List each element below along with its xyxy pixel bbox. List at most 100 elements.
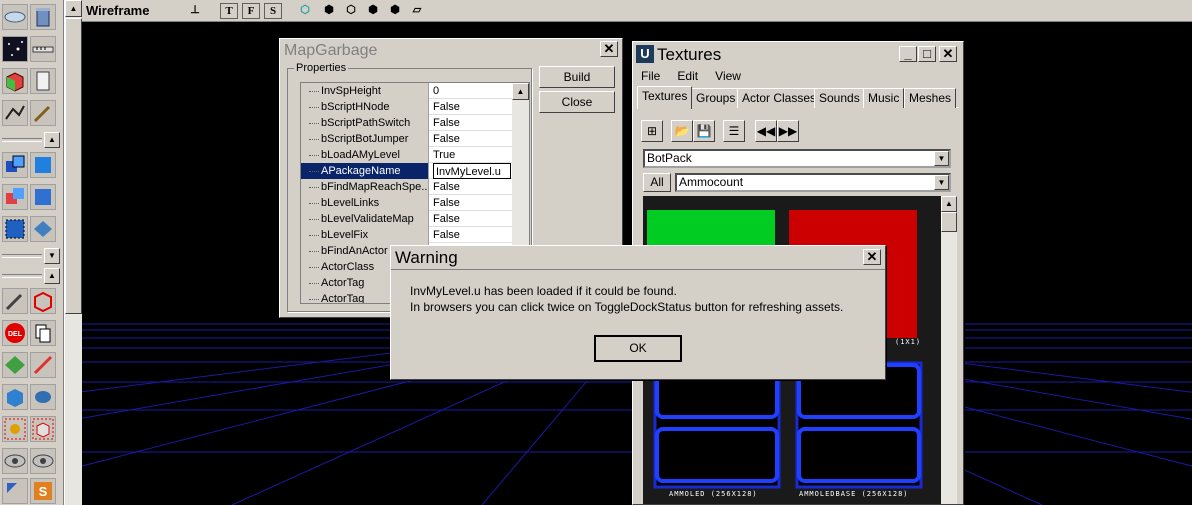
sky-icon[interactable] — [2, 36, 28, 62]
calculator-icon[interactable] — [30, 68, 56, 94]
property-row[interactable]: InvSpHeight 0 — [301, 83, 529, 99]
build-button[interactable]: Build — [539, 66, 615, 88]
texture-tile-ammoled[interactable] — [653, 361, 781, 489]
close-icon[interactable]: ✕ — [939, 46, 957, 62]
actor-select-icon[interactable] — [2, 416, 28, 442]
scroll-thumb[interactable] — [941, 212, 957, 232]
package-select[interactable]: BotPack ▼ — [643, 149, 951, 168]
tab-groups[interactable]: Groups — [691, 88, 741, 108]
open-folder-icon[interactable]: 📂 — [671, 120, 693, 142]
texture-pan-icon[interactable] — [2, 352, 28, 378]
brush-icon[interactable] — [30, 100, 56, 126]
texture-tile-ammoledbase[interactable] — [795, 361, 923, 489]
property-value[interactable]: 0 — [433, 83, 511, 99]
chevron-down-icon[interactable]: ▼ — [934, 151, 949, 166]
scroll-up-button[interactable]: ▲ — [512, 83, 529, 100]
flat-shade-icon[interactable]: ▱ — [408, 3, 426, 19]
previous-icon[interactable]: ◀◀ — [755, 120, 777, 142]
toolbar-scrollbar[interactable]: ▲ — [64, 0, 82, 505]
ok-button[interactable]: OK — [594, 335, 682, 362]
property-value[interactable]: False — [433, 211, 511, 227]
property-row[interactable]: APackageName InvMyLevel.u — [301, 163, 529, 179]
all-button[interactable]: All — [643, 173, 671, 192]
zoom-icon[interactable] — [30, 384, 56, 410]
maximize-icon[interactable]: □ — [918, 46, 936, 62]
save-icon[interactable]: 💾 — [693, 120, 715, 142]
red-cube-icon[interactable] — [30, 288, 56, 314]
tab-textures[interactable]: Textures — [637, 86, 693, 109]
ruler-icon[interactable] — [30, 36, 56, 62]
cube-icon[interactable] — [2, 68, 28, 94]
side-view-button[interactable]: S — [264, 3, 282, 19]
editor-toolbar: ▲ ▼ ▲ DEL S — [0, 0, 64, 505]
top-view-button[interactable]: T — [220, 3, 238, 19]
close-icon[interactable]: ✕ — [600, 41, 618, 57]
csg-subtract-icon[interactable] — [30, 152, 56, 178]
property-row[interactable]: bLevelFix False — [301, 227, 529, 243]
texture-scrollbar[interactable]: ▲ — [941, 196, 957, 504]
front-view-button[interactable]: F — [242, 3, 260, 19]
scroll-up-button[interactable]: ▲ — [65, 0, 82, 17]
mover-icon[interactable] — [2, 216, 28, 242]
scroll-up-button[interactable]: ▲ — [941, 196, 957, 212]
wand-icon[interactable] — [2, 288, 28, 314]
properties-icon[interactable]: ☰ — [723, 120, 745, 142]
delete-icon[interactable]: DEL — [2, 320, 28, 346]
close-icon[interactable]: ✕ — [863, 249, 881, 265]
pencil-icon[interactable] — [30, 352, 56, 378]
group-select[interactable]: Ammocount ▼ — [675, 173, 951, 192]
menu-file[interactable]: File — [633, 67, 666, 85]
property-row[interactable]: bFindMapReachSpe... False — [301, 179, 529, 195]
move-arrows-icon[interactable] — [2, 478, 28, 504]
property-value[interactable]: False — [433, 227, 511, 243]
property-row[interactable]: bLoadAMyLevel True — [301, 147, 529, 163]
brush-clip-icon[interactable] — [30, 416, 56, 442]
dock-icon[interactable]: ⊞ — [641, 120, 663, 142]
wireframe-cube-icon[interactable]: ⬡ — [296, 3, 314, 19]
close-button[interactable]: Close — [539, 91, 615, 113]
tab-sounds[interactable]: Sounds — [814, 88, 865, 108]
property-row[interactable]: bScriptHNode False — [301, 99, 529, 115]
joystick-icon[interactable]: ⊥ — [186, 3, 204, 19]
scroll-thumb[interactable] — [65, 18, 82, 314]
minimize-icon[interactable]: _ — [899, 46, 917, 62]
next-icon[interactable]: ▶▶ — [777, 120, 799, 142]
property-value[interactable]: False — [433, 179, 511, 195]
zone-cube-icon[interactable]: ⬢ — [320, 3, 338, 19]
tab-actor-classes[interactable]: Actor Classes — [737, 88, 822, 108]
tab-music[interactable]: Music — [863, 88, 905, 108]
camera-eye-icon[interactable] — [2, 448, 28, 474]
toolbar-collapse-up-2[interactable]: ▲ — [2, 268, 60, 284]
csg-deintersect-icon[interactable] — [30, 184, 56, 210]
menu-view[interactable]: View — [707, 67, 747, 85]
property-value[interactable]: False — [433, 115, 511, 131]
csg-intersect-icon[interactable] — [2, 184, 28, 210]
dynamic-light-cube-icon[interactable]: ⬢ — [364, 3, 382, 19]
camera-eye-alt-icon[interactable] — [30, 448, 56, 474]
tab-meshes[interactable]: Meshes — [904, 88, 957, 108]
toolbar-collapse-down[interactable]: ▼ — [2, 248, 60, 264]
property-value-input[interactable]: InvMyLevel.u — [433, 163, 511, 179]
browser-tabs: Textures Groups Actor Classes Sounds Mus… — [637, 86, 959, 109]
lighting-cube-icon[interactable]: ⬢ — [386, 3, 404, 19]
trash-icon[interactable] — [30, 4, 56, 30]
property-row[interactable]: bLevelLinks False — [301, 195, 529, 211]
chevron-down-icon[interactable]: ▼ — [934, 175, 949, 190]
csg-add-icon[interactable] — [2, 152, 28, 178]
property-row[interactable]: bScriptPathSwitch False — [301, 115, 529, 131]
menu-edit[interactable]: Edit — [669, 67, 704, 85]
property-value[interactable]: False — [433, 99, 511, 115]
box-select-icon[interactable] — [2, 384, 28, 410]
toolbar-collapse-up[interactable]: ▲ — [2, 132, 60, 148]
property-row[interactable]: bLevelValidateMap False — [301, 211, 529, 227]
property-value[interactable]: False — [433, 131, 511, 147]
sheet-brush-icon[interactable] — [2, 4, 28, 30]
property-value[interactable]: False — [433, 195, 511, 211]
property-value[interactable]: True — [433, 147, 511, 163]
duplicate-icon[interactable] — [30, 320, 56, 346]
texture-cube-icon[interactable]: ⬡ — [342, 3, 360, 19]
property-row[interactable]: bScriptBotJumper False — [301, 131, 529, 147]
vertex-edit-icon[interactable] — [2, 100, 28, 126]
script-icon[interactable]: S — [30, 478, 56, 504]
semisolid-icon[interactable] — [30, 216, 56, 242]
